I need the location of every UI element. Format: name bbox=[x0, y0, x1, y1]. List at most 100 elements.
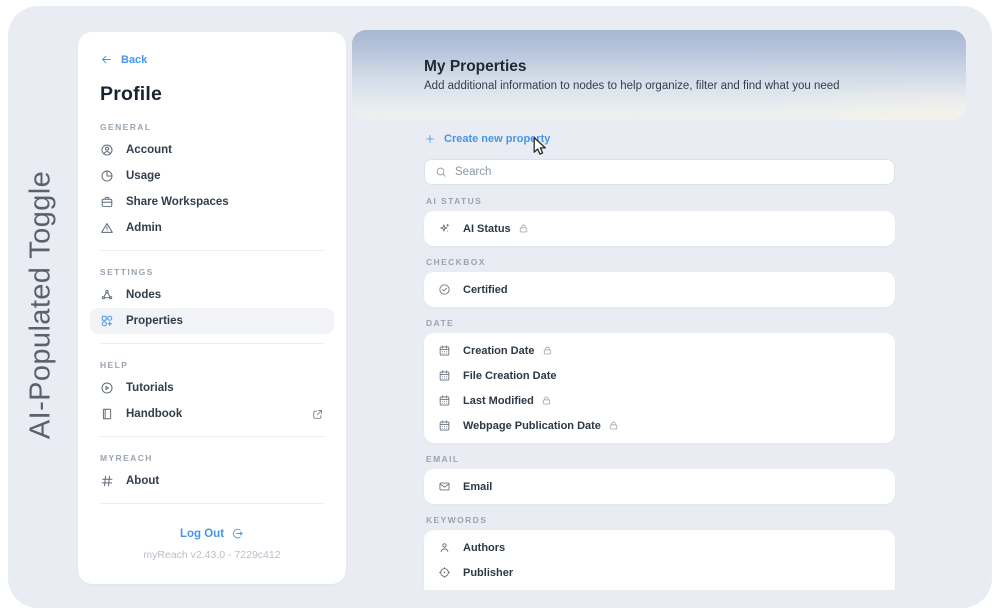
property-item-webpage-publication-date[interactable]: Webpage Publication Date bbox=[424, 413, 895, 438]
lock-icon bbox=[608, 420, 619, 431]
sidebar-item-label: About bbox=[126, 475, 159, 487]
property-item-label: Webpage Publication Date bbox=[463, 420, 601, 432]
sidebar-item-label: Account bbox=[126, 144, 172, 156]
usage-pie-icon bbox=[100, 169, 114, 183]
divider bbox=[100, 436, 324, 437]
warning-triangle-icon bbox=[100, 221, 114, 235]
calendar-icon bbox=[438, 394, 451, 407]
sidebar-section-label: HELP bbox=[100, 360, 324, 370]
sidebar-item-usage[interactable]: Usage bbox=[100, 163, 324, 189]
external-link-icon bbox=[311, 408, 324, 421]
property-card-date: Creation Date File Creation Date Last Modi… bbox=[424, 333, 895, 443]
sidebar-item-nodes[interactable]: Nodes bbox=[100, 282, 324, 308]
sidebar-section-label: MYREACH bbox=[100, 453, 324, 463]
arrow-left-icon bbox=[100, 53, 113, 66]
property-item-creation-date[interactable]: Creation Date bbox=[424, 338, 895, 363]
property-item-label: Email bbox=[463, 481, 492, 493]
property-card-checkbox: Certified bbox=[424, 272, 895, 307]
sidebar-section-label: SETTINGS bbox=[100, 267, 324, 277]
property-item-certified[interactable]: Certified bbox=[424, 277, 895, 302]
sidebar-section-label: GENERAL bbox=[100, 122, 324, 132]
property-item-label: Certified bbox=[463, 284, 508, 296]
property-item-label: Publisher bbox=[463, 567, 513, 579]
watermark-label: AI-Populated Toggle bbox=[25, 171, 58, 439]
divider bbox=[100, 343, 324, 344]
back-button[interactable]: Back bbox=[100, 32, 324, 66]
sidebar-item-label: Tutorials bbox=[126, 382, 174, 394]
property-item-file-creation-date[interactable]: File Creation Date bbox=[424, 363, 895, 388]
book-icon bbox=[100, 407, 114, 421]
create-new-property-button[interactable]: Create new property bbox=[424, 133, 550, 145]
main-header: My Properties Add additional information… bbox=[352, 30, 966, 120]
back-label: Back bbox=[121, 54, 147, 66]
property-card-keywords: Authors Publisher Tags bbox=[424, 530, 895, 590]
sidebar-item-properties[interactable]: Properties bbox=[90, 308, 334, 334]
calendar-icon bbox=[438, 419, 451, 432]
envelope-icon bbox=[438, 480, 451, 493]
property-group-label: CHECKBOX bbox=[426, 257, 893, 267]
search-bar[interactable] bbox=[424, 159, 895, 185]
property-item-publisher[interactable]: Publisher bbox=[424, 560, 895, 585]
property-item-last-modified[interactable]: Last Modified bbox=[424, 388, 895, 413]
property-groups: AI STATUS AI Status CHECKBOX Certified DATE C… bbox=[424, 196, 895, 590]
property-item-email[interactable]: Email bbox=[424, 474, 895, 499]
lock-icon bbox=[542, 345, 553, 356]
property-card-email: Email bbox=[424, 469, 895, 504]
property-card-ai-status: AI Status bbox=[424, 211, 895, 246]
logout-button[interactable]: Log Out bbox=[78, 527, 346, 540]
sidebar-item-tutorials[interactable]: Tutorials bbox=[100, 375, 324, 401]
property-item-label: Creation Date bbox=[463, 345, 535, 357]
sidebar-item-label: Nodes bbox=[126, 289, 161, 301]
hash-icon bbox=[100, 474, 114, 488]
sidebar-sections: GENERAL Account Usage Share Workspaces Admin… bbox=[100, 122, 324, 504]
search-input[interactable] bbox=[455, 166, 884, 178]
create-new-property-label: Create new property bbox=[444, 133, 550, 145]
property-item-ai-status[interactable]: AI Status bbox=[424, 216, 895, 241]
page-title: Profile bbox=[100, 83, 324, 106]
person-icon bbox=[438, 541, 451, 554]
sidebar-item-admin[interactable]: Admin bbox=[100, 215, 324, 241]
sidebar: Back Profile GENERAL Account Usage Share Wo… bbox=[78, 32, 346, 584]
sidebar-item-label: Admin bbox=[126, 222, 162, 234]
app-frame: AI-Populated Toggle Back Profile GENERAL… bbox=[8, 6, 992, 608]
target-icon bbox=[438, 566, 451, 579]
property-item-label: AI Status bbox=[463, 223, 511, 235]
sidebar-item-label: Share Workspaces bbox=[126, 196, 229, 208]
nodes-graph-icon bbox=[100, 288, 114, 302]
app-version: myReach v2.43.0 - 7229c412 bbox=[78, 549, 346, 561]
account-circle-icon bbox=[100, 143, 114, 157]
main-panel: My Properties Add additional information… bbox=[352, 30, 966, 590]
sidebar-item-account[interactable]: Account bbox=[100, 137, 324, 163]
briefcase-icon bbox=[100, 195, 114, 209]
sidebar-item-handbook[interactable]: Handbook bbox=[100, 401, 324, 427]
sidebar-item-share-workspaces[interactable]: Share Workspaces bbox=[100, 189, 324, 215]
calendar-icon bbox=[438, 344, 451, 357]
divider bbox=[100, 503, 324, 504]
calendar-icon bbox=[438, 369, 451, 382]
property-item-label: File Creation Date bbox=[463, 370, 557, 382]
main-title: My Properties bbox=[424, 58, 966, 76]
sidebar-item-about[interactable]: About bbox=[100, 468, 324, 494]
property-group-label: DATE bbox=[426, 318, 893, 328]
ai-sparkle-icon bbox=[438, 222, 451, 235]
sidebar-item-label: Properties bbox=[126, 315, 183, 327]
property-item-tags[interactable]: Tags bbox=[424, 585, 895, 590]
lock-icon bbox=[518, 223, 529, 234]
properties-shapes-icon bbox=[100, 314, 114, 328]
search-icon bbox=[435, 166, 447, 178]
main-subtitle: Add additional information to nodes to h… bbox=[424, 80, 966, 92]
logout-label: Log Out bbox=[180, 528, 224, 540]
property-group-label: EMAIL bbox=[426, 454, 893, 464]
lock-icon bbox=[541, 395, 552, 406]
property-item-authors[interactable]: Authors bbox=[424, 535, 895, 560]
divider bbox=[100, 250, 324, 251]
play-circle-icon bbox=[100, 381, 114, 395]
property-group-label: AI STATUS bbox=[426, 196, 893, 206]
logout-icon bbox=[231, 527, 244, 540]
sidebar-item-label: Usage bbox=[126, 170, 161, 182]
plus-icon bbox=[424, 133, 436, 145]
property-item-label: Authors bbox=[463, 542, 505, 554]
property-group-label: KEYWORDS bbox=[426, 515, 893, 525]
check-circle-icon bbox=[438, 283, 451, 296]
main-body: Create new property AI STATUS AI Status CH… bbox=[352, 120, 966, 590]
